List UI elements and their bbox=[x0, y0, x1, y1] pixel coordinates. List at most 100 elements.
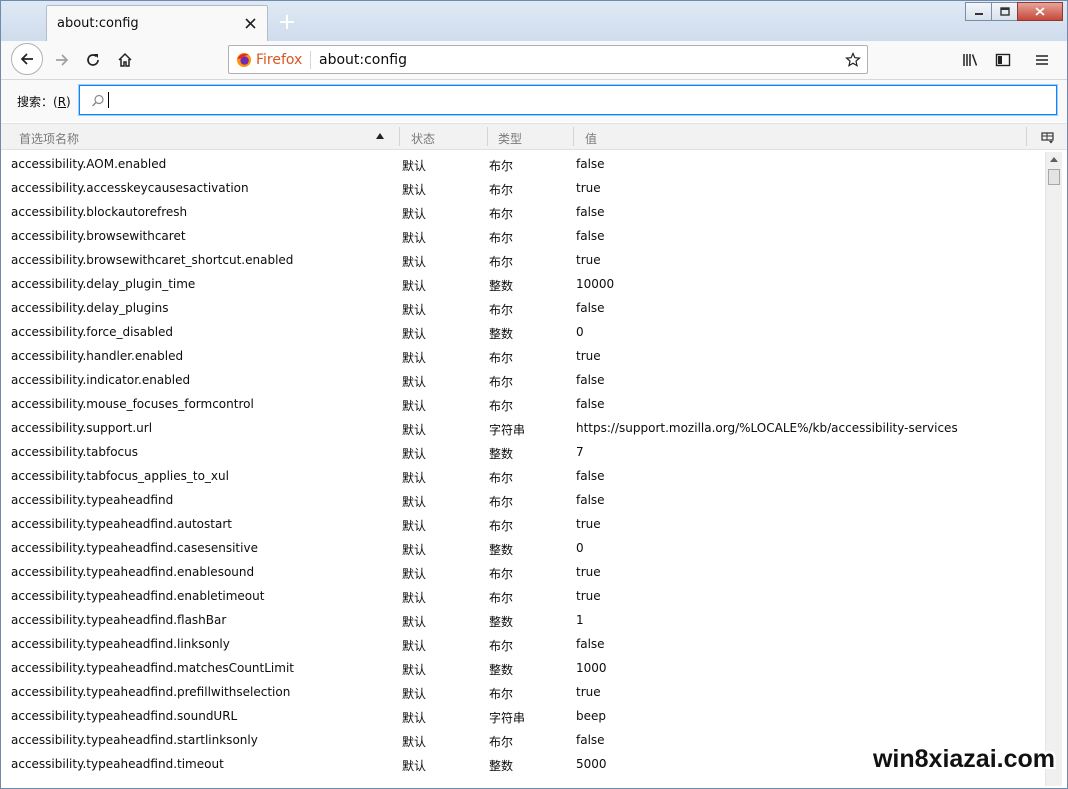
table-row[interactable]: accessibility.handler.enabled 默认 布尔 true bbox=[1, 344, 1045, 368]
pref-value: beep bbox=[576, 709, 606, 723]
pref-type: 字符串 bbox=[489, 711, 526, 725]
pref-name: accessibility.typeaheadfind.soundURL bbox=[11, 709, 238, 723]
column-header-value[interactable]: 值 bbox=[585, 130, 597, 147]
pref-type: 布尔 bbox=[489, 183, 514, 197]
column-divider bbox=[1026, 127, 1027, 146]
pref-status: 默认 bbox=[402, 207, 427, 221]
close-tab-button[interactable] bbox=[239, 12, 261, 34]
pref-type: 布尔 bbox=[489, 399, 514, 413]
table-row[interactable]: accessibility.typeaheadfind.casesensitiv… bbox=[1, 536, 1045, 560]
close-icon bbox=[244, 17, 256, 29]
pref-name: accessibility.typeaheadfind.enabletimeou… bbox=[11, 589, 265, 603]
column-header-status[interactable]: 状态 bbox=[411, 130, 435, 147]
pref-type: 布尔 bbox=[489, 159, 514, 173]
tab-about-config[interactable]: about:config bbox=[46, 5, 268, 41]
pref-name: accessibility.delay_plugin_time bbox=[11, 277, 196, 291]
table-row[interactable]: accessibility.blockautorefresh 默认 布尔 false bbox=[1, 200, 1045, 224]
pref-status: 默认 bbox=[402, 375, 427, 389]
pref-name: accessibility.browsewithcaret_shortcut.e… bbox=[11, 253, 294, 267]
back-arrow-icon bbox=[20, 53, 33, 65]
scroll-thumb[interactable] bbox=[1048, 169, 1060, 185]
new-tab-button[interactable] bbox=[273, 8, 301, 36]
table-row[interactable]: accessibility.browsewithcaret 默认 布尔 false bbox=[1, 224, 1045, 248]
pref-status: 默认 bbox=[402, 639, 427, 653]
table-row[interactable]: accessibility.delay_plugin_time 默认 整数 10000 bbox=[1, 272, 1045, 296]
table-row[interactable]: accessibility.typeaheadfind.autostart 默认 布… bbox=[1, 512, 1045, 536]
pref-value: false bbox=[576, 469, 605, 483]
search-input[interactable] bbox=[108, 90, 1032, 112]
search-row: 搜索：(R) bbox=[1, 80, 1067, 122]
library-button[interactable] bbox=[956, 45, 986, 75]
pref-type: 整数 bbox=[489, 279, 514, 293]
pref-type: 布尔 bbox=[489, 687, 514, 701]
table-row[interactable]: accessibility.typeaheadfind.linksonly 默认 布… bbox=[1, 632, 1045, 656]
table-row[interactable]: accessibility.force_disabled 默认 整数 0 bbox=[1, 320, 1045, 344]
table-row[interactable]: accessibility.accesskeycausesactivation 默… bbox=[1, 176, 1045, 200]
scroll-up-arrow[interactable] bbox=[1050, 157, 1058, 162]
restore-button[interactable] bbox=[991, 2, 1018, 21]
home-button[interactable] bbox=[110, 45, 140, 75]
pref-name: accessibility.support.url bbox=[11, 421, 153, 435]
pref-value: 7 bbox=[576, 445, 584, 459]
table-row[interactable]: accessibility.tabfocus_applies_to_xul 默认 布… bbox=[1, 464, 1045, 488]
library-icon bbox=[963, 54, 978, 66]
pref-value: false bbox=[576, 373, 605, 387]
close-window-button[interactable] bbox=[1017, 2, 1063, 21]
url-bar[interactable]: Firefox about:config bbox=[228, 45, 868, 74]
minimize-icon bbox=[974, 12, 983, 15]
column-picker-button[interactable] bbox=[1041, 130, 1055, 144]
pref-status: 默认 bbox=[402, 255, 427, 269]
pref-status: 默认 bbox=[402, 663, 427, 677]
table-row[interactable]: accessibility.typeaheadfind.flashBar 默认 整数… bbox=[1, 608, 1045, 632]
pref-type: 整数 bbox=[489, 327, 514, 341]
table-row[interactable]: accessibility.typeaheadfind.enablesound 默… bbox=[1, 560, 1045, 584]
forward-arrow-icon bbox=[56, 54, 69, 66]
table-row[interactable]: accessibility.typeaheadfind.matchesCount… bbox=[1, 656, 1045, 680]
pref-status: 默认 bbox=[402, 759, 427, 773]
pref-status: 默认 bbox=[402, 279, 427, 293]
column-divider[interactable] bbox=[573, 127, 574, 146]
pref-name: accessibility.indicator.enabled bbox=[11, 373, 191, 387]
bookmark-star-button[interactable] bbox=[843, 50, 863, 70]
table-row[interactable]: accessibility.typeaheadfind.prefillwiths… bbox=[1, 680, 1045, 704]
forward-button[interactable] bbox=[47, 45, 77, 75]
sidebar-button[interactable] bbox=[988, 45, 1018, 75]
identity-box[interactable]: Firefox bbox=[236, 51, 312, 69]
url-text[interactable]: about:config bbox=[319, 52, 407, 68]
search-box[interactable] bbox=[79, 85, 1057, 115]
table-row[interactable]: accessibility.typeaheadfind 默认 布尔 false bbox=[1, 488, 1045, 512]
pref-status: 默认 bbox=[402, 327, 427, 341]
pref-status: 默认 bbox=[402, 183, 427, 197]
minimize-button[interactable] bbox=[965, 2, 992, 21]
back-button[interactable] bbox=[11, 43, 43, 75]
pref-value: false bbox=[576, 301, 605, 315]
table-row[interactable]: accessibility.delay_plugins 默认 布尔 false bbox=[1, 296, 1045, 320]
text-caret bbox=[108, 92, 109, 108]
table-row[interactable]: accessibility.typeaheadfind.enabletimeou… bbox=[1, 584, 1045, 608]
table-row[interactable]: accessibility.browsewithcaret_shortcut.e… bbox=[1, 248, 1045, 272]
search-icon bbox=[90, 93, 106, 109]
pref-status: 默认 bbox=[402, 591, 427, 605]
table-row[interactable]: accessibility.indicator.enabled 默认 布尔 false bbox=[1, 368, 1045, 392]
pref-value: 0 bbox=[576, 325, 584, 339]
table-row[interactable]: accessibility.tabfocus 默认 整数 7 bbox=[1, 440, 1045, 464]
table-row[interactable]: accessibility.AOM.enabled 默认 布尔 false bbox=[1, 152, 1045, 176]
table-row[interactable]: accessibility.typeaheadfind.soundURL 默认 字符… bbox=[1, 704, 1045, 728]
column-divider[interactable] bbox=[487, 127, 488, 146]
pref-name: accessibility.typeaheadfind.timeout bbox=[11, 757, 224, 771]
column-header-name[interactable]: 首选项名称 bbox=[19, 130, 79, 147]
column-divider[interactable] bbox=[399, 127, 400, 146]
pref-status: 默认 bbox=[402, 399, 427, 413]
pref-name: accessibility.typeaheadfind.enablesound bbox=[11, 565, 255, 579]
column-header-type[interactable]: 类型 bbox=[498, 130, 522, 147]
pref-value: 0 bbox=[576, 541, 584, 555]
pref-status: 默认 bbox=[402, 351, 427, 365]
table-row[interactable]: accessibility.mouse_focuses_formcontrol 默… bbox=[1, 392, 1045, 416]
pref-type: 布尔 bbox=[489, 495, 514, 509]
reload-button[interactable] bbox=[78, 45, 108, 75]
pref-name: accessibility.typeaheadfind bbox=[11, 493, 174, 507]
pref-value: false bbox=[576, 397, 605, 411]
table-row[interactable]: accessibility.support.url 默认 字符串 https://su… bbox=[1, 416, 1045, 440]
vertical-scrollbar[interactable] bbox=[1045, 152, 1062, 786]
menu-button[interactable] bbox=[1027, 45, 1057, 75]
